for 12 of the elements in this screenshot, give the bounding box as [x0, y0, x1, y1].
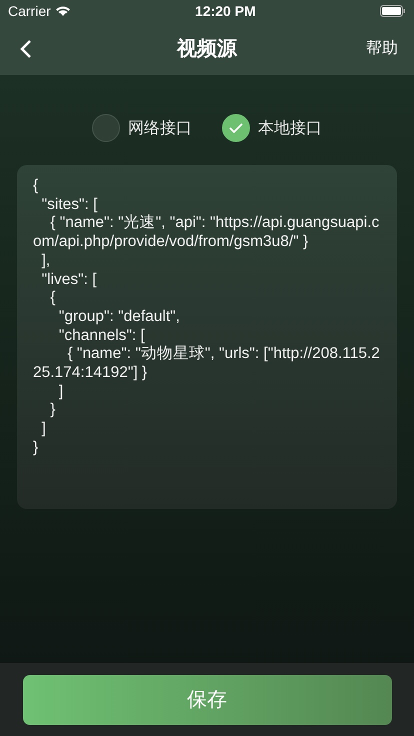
source-option[interactable]: 网络接口	[92, 114, 192, 142]
back-button[interactable]	[20, 38, 32, 58]
page-title: 视频源	[177, 35, 237, 62]
help-button[interactable]: 帮助	[366, 38, 398, 59]
radio-icon	[92, 114, 120, 142]
status-time: 12:20 PM	[195, 3, 256, 19]
json-editor[interactable]: { "sites": [ { "name": "光速", "api": "https://api.guangsuapi.com/api.php/provide/vod/from/gsm3u8/" } ], "lives": [ { "group": "default", "channels": [ { "name": "动物星球", "urls": ["http://208.115.225.174:14192"] } ] } ] }	[17, 165, 397, 509]
wifi-icon	[54, 5, 71, 17]
carrier-label: Carrier	[8, 3, 71, 19]
source-option[interactable]: 本地接口	[222, 114, 322, 142]
radio-icon	[222, 114, 250, 142]
battery-icon	[380, 5, 406, 17]
